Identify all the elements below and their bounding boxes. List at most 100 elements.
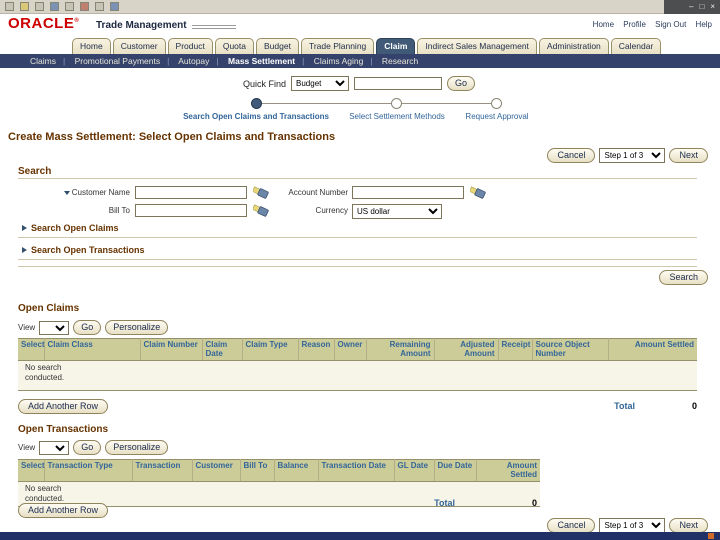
column-header: Select <box>18 458 45 483</box>
open-claims-heading: Open Claims <box>18 303 80 314</box>
divider <box>18 259 697 260</box>
maximize-icon[interactable]: □ <box>699 0 704 14</box>
open-transactions-personalize-button[interactable]: Personalize <box>105 440 169 455</box>
column-header: Source Object Number <box>532 337 609 362</box>
global-link-signout[interactable]: Sign Out <box>655 20 686 29</box>
view-label: View <box>18 323 36 332</box>
next-button[interactable]: Next <box>669 518 708 533</box>
browser-toolbar-icon[interactable] <box>20 2 29 11</box>
open-transactions-go-button[interactable]: Go <box>73 440 102 455</box>
logo-rule-lines <box>192 25 236 29</box>
column-header: Reason <box>298 337 335 362</box>
page-title: Create Mass Settlement: Select Open Clai… <box>8 131 336 143</box>
open-transactions-table: Select Transaction Type Transaction Cust… <box>18 458 540 508</box>
tab-customer[interactable]: Customer <box>112 38 166 54</box>
search-open-claims-link[interactable]: Search Open Claims <box>22 223 119 233</box>
bill-to-input[interactable] <box>135 204 247 217</box>
table-header-row: Select Claim Class Claim Number Claim Da… <box>18 337 697 362</box>
open-claims-view-controls: View Go Personalize <box>18 320 169 335</box>
currency-select[interactable]: US dollar <box>352 204 442 219</box>
subnav-promotional-payments[interactable]: Promotional Payments <box>75 56 177 66</box>
divider <box>18 178 697 179</box>
cancel-button[interactable]: Cancel <box>547 148 596 163</box>
column-header: Claim Number <box>140 337 203 362</box>
customer-name-label: Customer Name <box>20 188 130 197</box>
train-step-1-label[interactable]: Search Open Claims and Transactions <box>183 112 329 121</box>
quick-find: Quick Find Budget Go <box>243 76 476 91</box>
open-claims-personalize-button[interactable]: Personalize <box>105 320 169 335</box>
divider <box>18 266 697 267</box>
disclosure-arrow-icon <box>22 225 27 231</box>
disclosure-arrow-icon <box>22 247 27 253</box>
quick-find-go-button[interactable]: Go <box>447 76 476 91</box>
open-claims-go-button[interactable]: Go <box>73 320 102 335</box>
train-step-3-label[interactable]: Request Approval <box>465 112 528 121</box>
column-header: Customer <box>192 458 241 483</box>
tab-calendar[interactable]: Calendar <box>610 38 662 54</box>
quick-find-input[interactable] <box>354 77 443 90</box>
tab-claim[interactable]: Claim <box>376 38 416 54</box>
tab-quota[interactable]: Quota <box>214 38 254 54</box>
customer-name-input[interactable] <box>135 186 247 199</box>
account-number-flashlight-icon[interactable] <box>469 186 486 199</box>
search-open-transactions-link[interactable]: Search Open Transactions <box>22 245 145 255</box>
subnav-mass-settlement[interactable]: Mass Settlement <box>228 56 311 66</box>
step-select-bottom[interactable]: Step 1 of 3 <box>599 518 666 533</box>
oracle-logo: ORACLE® <box>8 15 80 32</box>
open-claims-view-select[interactable] <box>39 320 70 335</box>
train-step-2-circle[interactable] <box>391 98 402 109</box>
global-link-help[interactable]: Help <box>696 20 712 29</box>
column-header: Bill To <box>240 458 275 483</box>
global-link-home[interactable]: Home <box>593 20 614 29</box>
column-header: Claim Date <box>202 337 243 362</box>
tab-home[interactable]: Home <box>72 38 111 54</box>
empty-table-message: No search conducted. <box>25 484 65 504</box>
product-name: Trade Management <box>96 20 187 31</box>
subnav-claims[interactable]: Claims <box>30 56 72 66</box>
open-transactions-add-row-button[interactable]: Add Another Row <box>18 503 109 518</box>
train-step-3-circle[interactable] <box>491 98 502 109</box>
search-button[interactable]: Search <box>659 270 708 285</box>
subnav-autopay[interactable]: Autopay <box>178 56 225 66</box>
browser-toolbar-icon[interactable] <box>35 2 44 11</box>
column-header: Balance <box>274 458 319 483</box>
column-header: Transaction <box>132 458 193 483</box>
column-header: Amount Settled <box>608 337 697 362</box>
column-header: Claim Class <box>44 337 141 362</box>
browser-toolbar-icon[interactable] <box>65 2 74 11</box>
taskbar-icon[interactable] <box>708 533 714 539</box>
close-icon[interactable]: × <box>710 0 715 14</box>
browser-toolbar-icon[interactable] <box>110 2 119 11</box>
tab-budget[interactable]: Budget <box>255 38 299 54</box>
browser-toolbar-icon[interactable] <box>50 2 59 11</box>
table-header-row: Select Transaction Type Transaction Cust… <box>18 458 540 483</box>
open-claims-add-row-button[interactable]: Add Another Row <box>18 399 109 414</box>
cancel-button[interactable]: Cancel <box>547 518 596 533</box>
browser-toolbar-icon[interactable] <box>95 2 104 11</box>
open-claims-table: Select Claim Class Claim Number Claim Da… <box>18 337 697 392</box>
tab-administration[interactable]: Administration <box>538 38 609 54</box>
step-select-top[interactable]: Step 1 of 3 <box>599 148 666 163</box>
column-header: Remaining Amount <box>366 337 435 362</box>
tab-product[interactable]: Product <box>167 38 213 54</box>
taskbar <box>0 532 720 540</box>
minimize-icon[interactable]: – <box>689 0 693 14</box>
tab-indirect-sales-management[interactable]: Indirect Sales Management <box>417 38 537 54</box>
divider <box>18 237 697 238</box>
account-number-input[interactable] <box>352 186 464 199</box>
browser-toolbar-icon[interactable] <box>5 2 14 11</box>
quick-find-category-select[interactable]: Budget <box>291 76 350 91</box>
subnav-bar: Claims Promotional Payments Autopay Mass… <box>0 54 720 68</box>
train-step-2-label[interactable]: Select Settlement Methods <box>349 112 445 121</box>
train-step-1-circle[interactable] <box>251 98 262 109</box>
empty-table-message: No search conducted. <box>25 363 65 383</box>
next-button[interactable]: Next <box>669 148 708 163</box>
subnav-claims-aging[interactable]: Claims Aging <box>314 56 380 66</box>
browser-toolbar-icon[interactable] <box>80 2 89 11</box>
tab-trade-planning[interactable]: Trade Planning <box>300 38 375 54</box>
open-transactions-view-select[interactable] <box>39 440 70 455</box>
global-link-profile[interactable]: Profile <box>623 20 646 29</box>
subnav-research[interactable]: Research <box>382 56 418 66</box>
open-transactions-heading: Open Transactions <box>18 424 109 435</box>
column-header: Due Date <box>434 458 477 483</box>
